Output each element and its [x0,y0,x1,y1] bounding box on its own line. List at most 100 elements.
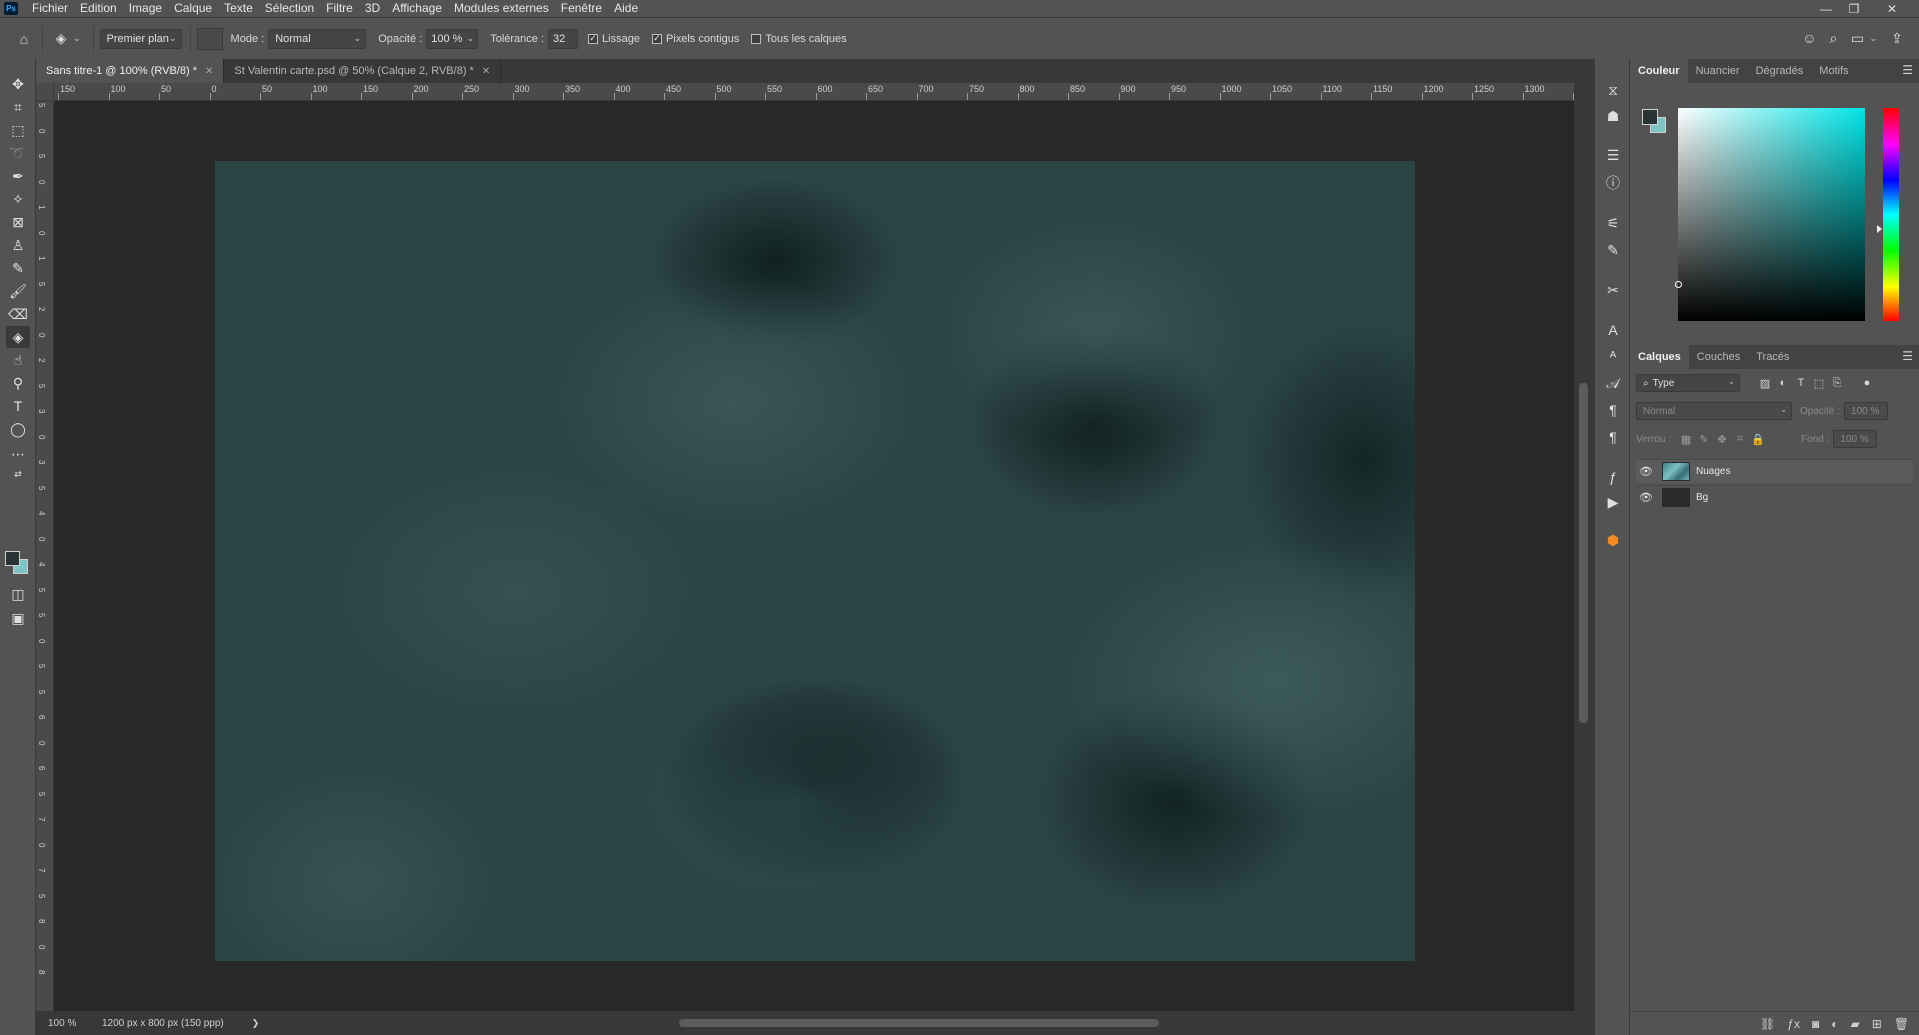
foreground-color-swatch[interactable] [5,551,20,566]
tab-couleur[interactable]: Couleur [1630,59,1688,83]
properties-icon[interactable]: ⚟ [1601,212,1625,234]
menu-3d[interactable]: 3D [359,0,386,17]
info-icon[interactable]: ⓘ [1601,172,1625,194]
plugin-icon[interactable]: ⬢ [1601,529,1625,551]
tab-calques[interactable]: Calques [1630,345,1689,369]
layer-opacity-input[interactable]: 100 % [1844,402,1889,420]
menu-calque[interactable]: Calque [168,0,218,17]
foreground-color-swatch[interactable] [1642,109,1658,125]
blend-mode-dropdown[interactable]: Normal ⌄ [1636,402,1792,420]
layer-thumbnail[interactable] [1662,488,1690,507]
menu-edition[interactable]: Edition [74,0,123,17]
history-icon[interactable]: ⧖ [1601,79,1625,101]
share-icon[interactable]: ⇪ [1885,26,1909,50]
lasso-tool-icon[interactable]: ➰ [6,142,30,164]
menu-texte[interactable]: Texte [218,0,259,17]
horizontal-scrollbar[interactable] [284,1017,1574,1029]
move-tool-icon[interactable]: ✥ [6,73,30,95]
actions-icon[interactable]: ☗ [1601,105,1625,127]
mode-dropdown[interactable]: Normal ⌄ [268,28,367,49]
status-arrow-icon[interactable]: ❯ [252,1018,260,1029]
contiguous-checkbox[interactable]: ✓ Pixels contigus [651,33,739,45]
lock-all-icon[interactable]: 🔒 [1749,433,1767,446]
menu-affichage[interactable]: Affichage [386,0,448,17]
user-icon[interactable]: ☺ [1797,26,1821,50]
image-filter-icon[interactable]: ▨ [1756,377,1774,390]
smudge-tool-icon[interactable]: ☝ [6,349,30,371]
document-canvas[interactable] [215,161,1415,961]
color-picker-cursor[interactable] [1675,281,1682,288]
tab-sans-titre[interactable]: Sans titre-1 @ 100% (RVB/8) * ✕ [36,59,225,83]
layer-row[interactable]: 👁 Bg [1636,485,1913,509]
ellipse-tool-icon[interactable]: ◯ [6,418,30,440]
adjustment-filter-icon[interactable]: ◐ [1774,377,1792,389]
shape-filter-icon[interactable]: ⬚ [1810,377,1828,390]
timeline-play-icon[interactable]: ▶ [1601,491,1625,513]
glyphs-icon[interactable]: 𝒜 [1601,372,1625,394]
menu-selection[interactable]: Sélection [259,0,320,17]
scrollbar-thumb[interactable] [1579,383,1588,723]
character-styles-icon[interactable]: ᴬ [1601,345,1625,367]
dodge-tool-icon[interactable]: ⚲ [6,372,30,394]
menu-fichier[interactable]: Fichier [26,0,74,17]
all-layers-checkbox[interactable]: Tous les calques [751,33,847,45]
close-icon[interactable]: ✕ [205,66,213,77]
fill-source-dropdown[interactable]: Premier plan ⌄ [99,28,182,49]
tolerance-input[interactable]: 32 [548,28,579,49]
adjustments-icon[interactable]: ☰ [1601,144,1625,166]
quick-mask-icon[interactable]: ◫ [6,583,30,605]
paragraph-icon[interactable]: ¶ [1601,399,1625,421]
marquee-tool-icon[interactable]: ⬚ [6,119,30,141]
layer-filter-dropdown[interactable]: ⌕ Type ⌄ [1636,374,1740,392]
layer-name[interactable]: Nuages [1696,466,1730,477]
tab-nuancier[interactable]: Nuancier [1688,59,1748,83]
filter-toggle-icon[interactable]: ● [1858,377,1876,389]
paragraph-styles-icon[interactable]: ¶ [1601,426,1625,448]
panel-menu-icon[interactable]: ☰ [1902,63,1913,77]
character-icon[interactable]: A [1601,319,1625,341]
hue-slider-marker[interactable] [1877,225,1882,233]
paint-bucket-preset-icon[interactable]: ◈ [49,27,73,51]
lock-position-icon[interactable]: ✥ [1713,433,1731,446]
type-tool-icon[interactable]: T [6,395,30,417]
tool-presets-icon[interactable]: ✂ [1601,279,1625,301]
stamp-tool-icon[interactable]: ♙ [6,234,30,256]
horizontal-ruler[interactable]: 150 100 50 0 50 100 150 200 250 300 350 400 450 500 55… [54,83,1574,101]
tab-st-valentin[interactable]: St Valentin carte.psd @ 50% (Calque 2, R… [224,59,502,83]
eye-icon[interactable]: 👁 [1636,465,1656,478]
frame-tool-icon[interactable]: ⊠ [6,211,30,233]
vertical-ruler[interactable]: 5 0 5 0 1 0 1 5 2 0 2 5 3 0 3 5 4 0 4 5 5 0 5 5 6 0 6 5 7 0 7 5 8 0 8 [36,101,54,1011]
menu-aide[interactable]: Aide [608,0,644,17]
chevron-down-icon[interactable]: ⌄ [73,33,81,44]
new-group-icon[interactable]: ▰ [1850,1017,1859,1031]
menu-filtre[interactable]: Filtre [320,0,359,17]
ruler-corner[interactable] [36,83,54,101]
canvas-area[interactable] [54,101,1574,1011]
eye-icon[interactable]: 👁 [1636,491,1656,504]
close-icon[interactable]: ✕ [482,66,490,77]
menu-modules-externes[interactable]: Modules externes [448,0,555,17]
magic-wand-tool-icon[interactable]: ✧ [6,188,30,210]
tab-couches[interactable]: Couches [1689,345,1748,369]
adjustment-layer-icon[interactable]: ◐ [1831,1017,1838,1031]
menu-fenetre[interactable]: Fenêtre [555,0,608,17]
chevron-down-icon[interactable]: ⌄ [1869,33,1877,44]
restore-button[interactable]: ❐ [1840,0,1868,17]
screen-mode-icon[interactable]: ▣ [6,607,30,629]
link-layers-icon[interactable]: ⛓ [1760,1017,1775,1031]
more-tools-icon[interactable]: ⋯ [6,443,30,465]
layer-style-icon[interactable]: ƒx [1787,1017,1800,1031]
brushes-icon[interactable]: ✎ [1601,239,1625,261]
new-layer-icon[interactable]: ⊞ [1872,1017,1882,1031]
opacity-input[interactable]: 100 % ⌄ [426,28,479,49]
color-field[interactable] [1678,108,1865,321]
crop-tool-icon[interactable]: ⌗ [6,96,30,118]
swap-colors-icon[interactable]: ⇄ [6,463,30,485]
tab-motifs[interactable]: Motifs [1811,59,1856,83]
fill-input[interactable]: 100 % [1833,430,1878,448]
paint-bucket-tool-icon[interactable]: ◈ [6,326,30,348]
tab-degrades[interactable]: Dégradés [1748,59,1812,83]
search-icon[interactable]: ⌕ [1821,26,1845,50]
scrollbar-thumb[interactable] [679,1019,1159,1027]
workspace-icon[interactable]: ▭ [1845,26,1869,50]
